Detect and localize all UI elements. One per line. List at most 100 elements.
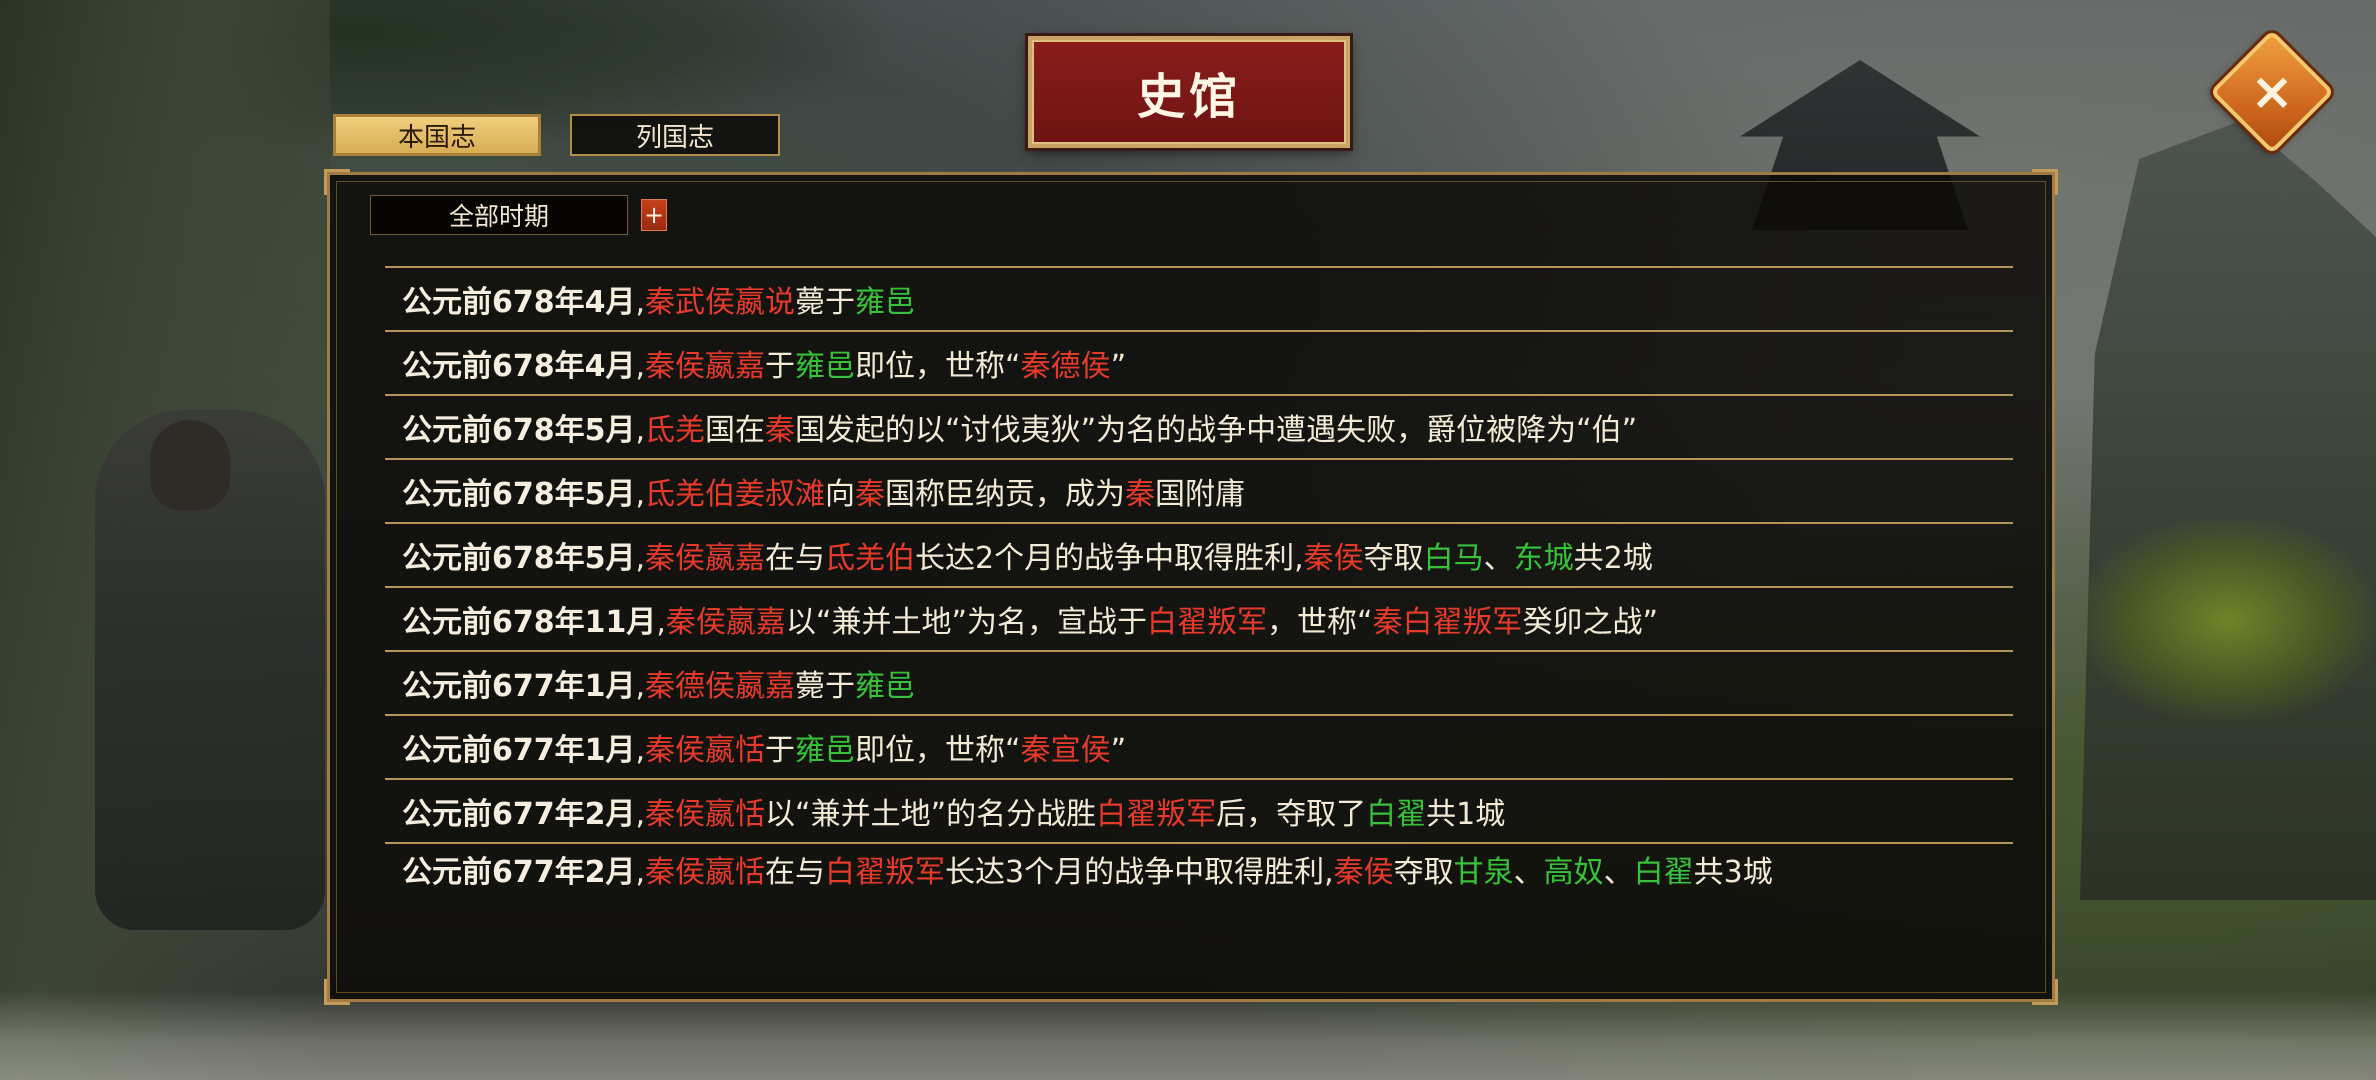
entry-text: , <box>635 285 646 320</box>
entry-person: 白翟叛军 <box>1096 797 1217 832</box>
entry-text: 长达2个月的战争中取得胜利, <box>915 541 1304 576</box>
panel-corner-ornament <box>2032 979 2058 1005</box>
entry-text: 共1城 <box>1426 797 1506 832</box>
panel-corner-ornament <box>2032 169 2058 195</box>
entry-person: 白翟叛军 <box>825 855 946 890</box>
history-entry: 公元前677年1月,秦侯嬴恬于雍邑即位，世称“秦宣侯” <box>385 716 2013 780</box>
entry-date: 公元前677年1月 <box>402 733 636 768</box>
background-scholar-head <box>150 420 230 510</box>
entry-person: 秦白翟叛军 <box>1372 605 1523 640</box>
history-entry-list[interactable]: 公元前678年4月,秦武侯嬴说薨于雍邑 公元前678年4月,秦侯嬴嘉于雍邑即位，世… <box>385 268 2013 942</box>
page-title: 史馆 <box>1136 69 1241 125</box>
entry-place: 高奴 <box>1543 855 1604 890</box>
entry-person: 秦德侯嬴嘉 <box>645 669 796 704</box>
entry-place: 雍邑 <box>795 349 856 384</box>
history-entry-text: 公元前677年2月,秦侯嬴恬以“兼并土地”的名分战胜白翟叛军后，夺取了白翟共1城 <box>402 789 1505 833</box>
period-filter-dropdown[interactable]: 全部时期 <box>370 195 628 235</box>
entry-text: , <box>635 669 646 704</box>
history-entry-text: 公元前678年11月,秦侯嬴嘉以“兼并土地”为名，宣战于白翟叛军，世称“秦白翟叛… <box>402 597 1658 641</box>
entry-text: ” <box>1110 733 1127 768</box>
entry-date: 公元前678年4月 <box>402 349 636 384</box>
tab-domestic-history[interactable]: 本国志 <box>333 114 541 156</box>
expand-filter-button[interactable]: + <box>641 199 667 231</box>
entry-text: 共3城 <box>1693 855 1773 890</box>
entry-date: 公元前677年1月 <box>402 669 636 704</box>
entry-text: 薨于 <box>795 285 856 320</box>
entry-place: 白马 <box>1423 541 1484 576</box>
entry-person: 秦侯嬴嘉 <box>645 349 766 384</box>
entry-text: 薨于 <box>795 669 856 704</box>
history-entry-text: 公元前678年4月,秦武侯嬴说薨于雍邑 <box>402 277 915 321</box>
entry-person: 秦 <box>855 477 886 512</box>
entry-place: 雍邑 <box>855 669 916 704</box>
history-entry-text: 公元前677年1月,秦德侯嬴嘉薨于雍邑 <box>402 661 915 705</box>
entry-person: 秦 <box>1125 477 1156 512</box>
entry-text: ，世称“ <box>1267 605 1373 640</box>
title-plaque: 史馆 <box>1028 36 1350 148</box>
entry-text: ” <box>1110 349 1127 384</box>
entry-date: 公元前678年5月 <box>402 477 636 512</box>
entry-text: 国在 <box>705 413 766 448</box>
entry-person: 秦德侯 <box>1020 349 1111 384</box>
entry-text: 于 <box>765 349 796 384</box>
history-entry: 公元前678年5月,氐羌伯姜叔滩向秦国称臣纳贡，成为秦国附庸 <box>385 460 2013 524</box>
entry-place: 雍邑 <box>795 733 856 768</box>
entry-person: 氐羌伯 <box>825 541 916 576</box>
entry-text: 即位，世称“ <box>855 733 1021 768</box>
entry-text: , <box>635 349 646 384</box>
panel-corner-ornament <box>324 169 350 195</box>
background-foliage <box>2080 520 2376 720</box>
entry-place: 雍邑 <box>855 285 916 320</box>
entry-place: 东城 <box>1513 541 1574 576</box>
entry-date: 公元前678年11月 <box>402 605 657 640</box>
entry-text: 夺取 <box>1363 541 1424 576</box>
entry-text: 夺取 <box>1393 855 1454 890</box>
tab-foreign-history[interactable]: 列国志 <box>570 114 780 156</box>
entry-person: 白翟叛军 <box>1147 605 1268 640</box>
entry-date: 公元前677年2月 <box>402 797 636 832</box>
history-entry: 公元前678年5月,氐羌国在秦国发起的以“讨伐夷狄”为名的战争中遭遇失败，爵位被… <box>385 396 2013 460</box>
entry-text: 、 <box>1483 541 1514 576</box>
entry-person: 秦侯 <box>1333 855 1394 890</box>
history-entry-text: 公元前678年4月,秦侯嬴嘉于雍邑即位，世称“秦德侯” <box>402 341 1126 385</box>
entry-person: 秦侯嬴恬 <box>645 797 766 832</box>
entry-date: 公元前678年4月 <box>402 285 636 320</box>
entry-text: 向 <box>825 477 856 512</box>
history-entry-text: 公元前678年5月,氐羌国在秦国发起的以“讨伐夷狄”为名的战争中遭遇失败，爵位被… <box>402 405 1637 449</box>
entry-text: 癸卯之战” <box>1522 605 1659 640</box>
history-entry-text: 公元前677年2月,秦侯嬴恬在与白翟叛军长达3个月的战争中取得胜利,秦侯夺取甘泉… <box>402 852 1773 894</box>
history-entry-text: 公元前678年5月,秦侯嬴嘉在与氐羌伯长达2个月的战争中取得胜利,秦侯夺取白马、… <box>402 533 1653 577</box>
panel-corner-ornament <box>324 979 350 1005</box>
entry-text: , <box>635 477 646 512</box>
entry-person: 秦侯 <box>1303 541 1364 576</box>
history-entry: 公元前678年11月,秦侯嬴嘉以“兼并土地”为名，宣战于白翟叛军，世称“秦白翟叛… <box>385 588 2013 652</box>
history-entry: 公元前678年4月,秦侯嬴嘉于雍邑即位，世称“秦德侯” <box>385 332 2013 396</box>
entry-text: , <box>635 733 646 768</box>
entry-text: 在与 <box>765 855 826 890</box>
entry-text: , <box>635 797 646 832</box>
entry-text: 国附庸 <box>1155 477 1246 512</box>
entry-text: 国发起的以“讨伐夷狄”为名的战争中遭遇失败，爵位被降为“伯” <box>795 413 1638 448</box>
entry-text: 后，夺取了 <box>1216 797 1367 832</box>
entry-text: , <box>635 855 646 890</box>
entry-person: 秦侯嬴嘉 <box>665 605 786 640</box>
entry-person: 氐羌伯姜叔滩 <box>645 477 826 512</box>
history-entry-text: 公元前678年5月,氐羌伯姜叔滩向秦国称臣纳贡，成为秦国附庸 <box>402 469 1245 513</box>
entry-person: 秦侯嬴嘉 <box>645 541 766 576</box>
entry-date: 公元前678年5月 <box>402 413 636 448</box>
entry-text: , <box>635 413 646 448</box>
entry-text: 以“兼并土地”的名分战胜 <box>765 797 1097 832</box>
entry-person: 秦侯嬴恬 <box>645 733 766 768</box>
entry-text: 、 <box>1603 855 1634 890</box>
entry-text: , <box>656 605 666 640</box>
background-mountain <box>2080 120 2376 900</box>
entry-date: 公元前678年5月 <box>402 541 636 576</box>
entry-text: 于 <box>765 733 796 768</box>
history-entry: 公元前677年1月,秦德侯嬴嘉薨于雍邑 <box>385 652 2013 716</box>
entry-place: 白翟 <box>1366 797 1427 832</box>
history-entry: 公元前677年2月,秦侯嬴恬以“兼并土地”的名分战胜白翟叛军后，夺取了白翟共1城 <box>385 780 2013 844</box>
history-entry: 公元前678年4月,秦武侯嬴说薨于雍邑 <box>385 268 2013 332</box>
history-entry-text: 公元前677年1月,秦侯嬴恬于雍邑即位，世称“秦宣侯” <box>402 725 1126 769</box>
entry-text: 以“兼并土地”为名，宣战于 <box>785 605 1148 640</box>
background-mist <box>0 990 2376 1080</box>
